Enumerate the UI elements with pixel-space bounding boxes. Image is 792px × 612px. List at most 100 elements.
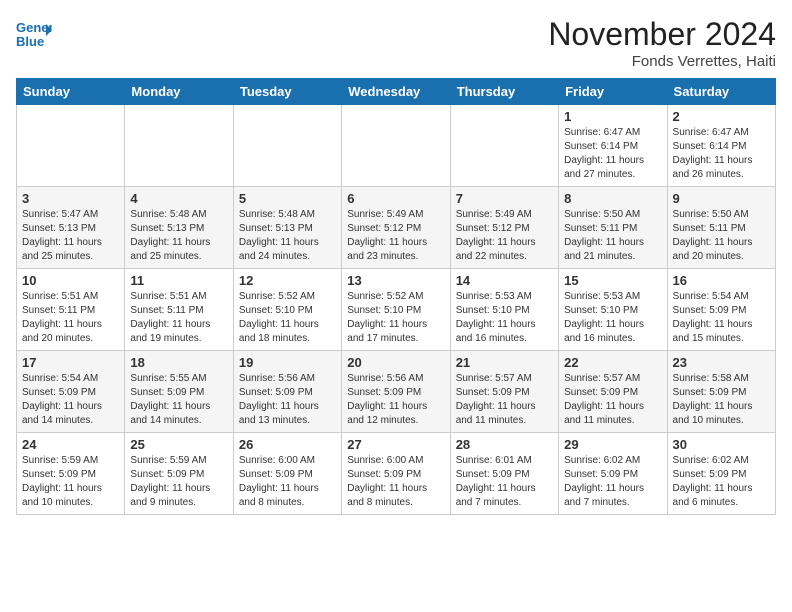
- day-number: 9: [673, 191, 770, 206]
- day-info: Sunrise: 5:47 AM Sunset: 5:13 PM Dayligh…: [22, 208, 119, 264]
- day-info: Sunrise: 5:53 AM Sunset: 5:10 PM Dayligh…: [564, 290, 661, 346]
- day-info: Sunrise: 5:57 AM Sunset: 5:09 PM Dayligh…: [564, 372, 661, 428]
- day-number: 10: [22, 273, 119, 288]
- logo-icon: General Blue: [16, 16, 52, 52]
- day-number: 8: [564, 191, 661, 206]
- calendar-cell-w2-d7: 9 Sunrise: 5:50 AM Sunset: 5:11 PM Daylig…: [667, 187, 775, 269]
- calendar-week-2: 3 Sunrise: 5:47 AM Sunset: 5:13 PM Daylig…: [17, 187, 776, 269]
- calendar-cell-w2-d5: 7 Sunrise: 5:49 AM Sunset: 5:12 PM Daylig…: [450, 187, 558, 269]
- day-number: 25: [130, 437, 227, 452]
- weekday-header-tuesday: Tuesday: [233, 79, 341, 105]
- calendar-cell-w1-d2: [125, 105, 233, 187]
- day-number: 23: [673, 355, 770, 370]
- calendar-cell-w4-d6: 22Sunrise: 5:57 AM Sunset: 5:09 PM Dayli…: [559, 351, 667, 433]
- day-number: 13: [347, 273, 444, 288]
- day-info: Sunrise: 5:56 AM Sunset: 5:09 PM Dayligh…: [347, 372, 444, 428]
- logo: General Blue: [16, 16, 52, 52]
- day-info: Sunrise: 6:02 AM Sunset: 5:09 PM Dayligh…: [673, 454, 770, 510]
- day-number: 28: [456, 437, 553, 452]
- calendar-cell-w3-d5: 14 Sunrise: 5:53 AM Sunset: 5:10 PM Dayli…: [450, 269, 558, 351]
- calendar-cell-w4-d3: 19Sunrise: 5:56 AM Sunset: 5:09 PM Dayli…: [233, 351, 341, 433]
- day-info: Sunrise: 5:48 AM Sunset: 5:13 PM Dayligh…: [239, 208, 336, 264]
- day-number: 5: [239, 191, 336, 206]
- calendar-cell-w2-d4: 6 Sunrise: 5:49 AM Sunset: 5:12 PM Daylig…: [342, 187, 450, 269]
- day-info: Sunrise: 5:51 AM Sunset: 5:11 PM Dayligh…: [22, 290, 119, 346]
- calendar-cell-w3-d4: 13 Sunrise: 5:52 AM Sunset: 5:10 PM Dayli…: [342, 269, 450, 351]
- calendar-cell-w4-d7: 23 Sunrise: 5:58 AM Sunset: 5:09 PM Dayli…: [667, 351, 775, 433]
- day-number: 21: [456, 355, 553, 370]
- day-info: Sunrise: 6:01 AM Sunset: 5:09 PM Dayligh…: [456, 454, 553, 510]
- day-number: 11: [130, 273, 227, 288]
- day-info: Sunrise: 5:53 AM Sunset: 5:10 PM Dayligh…: [456, 290, 553, 346]
- day-number: 29: [564, 437, 661, 452]
- day-number: 1: [564, 109, 661, 124]
- calendar-cell-w2-d3: 5 Sunrise: 5:48 AM Sunset: 5:13 PM Daylig…: [233, 187, 341, 269]
- calendar-week-4: 17 Sunrise: 5:54 AM Sunset: 5:09 PM Dayli…: [17, 351, 776, 433]
- calendar-cell-w1-d4: [342, 105, 450, 187]
- day-info: Sunrise: 5:57 AM Sunset: 5:09 PM Dayligh…: [456, 372, 553, 428]
- calendar-cell-w3-d7: 16 Sunrise: 5:54 AM Sunset: 5:09 PM Dayli…: [667, 269, 775, 351]
- calendar-cell-w5-d4: 27Sunrise: 6:00 AM Sunset: 5:09 PM Dayli…: [342, 433, 450, 515]
- calendar-cell-w5-d2: 25 Sunrise: 5:59 AM Sunset: 5:09 PM Dayli…: [125, 433, 233, 515]
- weekday-header-sunday: Sunday: [17, 79, 125, 105]
- day-number: 7: [456, 191, 553, 206]
- day-info: Sunrise: 5:55 AM Sunset: 5:09 PM Dayligh…: [130, 372, 227, 428]
- day-info: Sunrise: 5:58 AM Sunset: 5:09 PM Dayligh…: [673, 372, 770, 428]
- day-info: Sunrise: 5:59 AM Sunset: 5:09 PM Dayligh…: [22, 454, 119, 510]
- month-title: November 2024: [548, 16, 776, 53]
- calendar-cell-w5-d5: 28 Sunrise: 6:01 AM Sunset: 5:09 PM Dayli…: [450, 433, 558, 515]
- day-number: 4: [130, 191, 227, 206]
- day-number: 6: [347, 191, 444, 206]
- day-info: Sunrise: 6:47 AM Sunset: 6:14 PM Dayligh…: [564, 126, 661, 182]
- day-number: 12: [239, 273, 336, 288]
- weekday-header-saturday: Saturday: [667, 79, 775, 105]
- day-number: 18: [130, 355, 227, 370]
- calendar-cell-w1-d6: 1 Sunrise: 6:47 AM Sunset: 6:14 PM Daylig…: [559, 105, 667, 187]
- weekday-header-monday: Monday: [125, 79, 233, 105]
- calendar-cell-w5-d7: 30 Sunrise: 6:02 AM Sunset: 5:09 PM Dayli…: [667, 433, 775, 515]
- day-info: Sunrise: 5:52 AM Sunset: 5:10 PM Dayligh…: [347, 290, 444, 346]
- day-number: 20: [347, 355, 444, 370]
- weekday-header-thursday: Thursday: [450, 79, 558, 105]
- day-number: 3: [22, 191, 119, 206]
- weekday-header-friday: Friday: [559, 79, 667, 105]
- calendar-cell-w1-d5: [450, 105, 558, 187]
- day-info: Sunrise: 5:54 AM Sunset: 5:09 PM Dayligh…: [673, 290, 770, 346]
- calendar-cell-w4-d2: 18 Sunrise: 5:55 AM Sunset: 5:09 PM Dayli…: [125, 351, 233, 433]
- day-info: Sunrise: 6:02 AM Sunset: 5:09 PM Dayligh…: [564, 454, 661, 510]
- day-info: Sunrise: 5:52 AM Sunset: 5:10 PM Dayligh…: [239, 290, 336, 346]
- day-info: Sunrise: 5:54 AM Sunset: 5:09 PM Dayligh…: [22, 372, 119, 428]
- day-number: 30: [673, 437, 770, 452]
- day-info: Sunrise: 5:50 AM Sunset: 5:11 PM Dayligh…: [673, 208, 770, 264]
- day-number: 24: [22, 437, 119, 452]
- calendar-cell-w1-d7: 2Sunrise: 6:47 AM Sunset: 6:14 PM Daylig…: [667, 105, 775, 187]
- calendar-cell-w5-d3: 26 Sunrise: 6:00 AM Sunset: 5:09 PM Dayli…: [233, 433, 341, 515]
- day-info: Sunrise: 5:49 AM Sunset: 5:12 PM Dayligh…: [347, 208, 444, 264]
- day-info: Sunrise: 5:49 AM Sunset: 5:12 PM Dayligh…: [456, 208, 553, 264]
- calendar-cell-w4-d1: 17 Sunrise: 5:54 AM Sunset: 5:09 PM Dayli…: [17, 351, 125, 433]
- day-info: Sunrise: 5:48 AM Sunset: 5:13 PM Dayligh…: [130, 208, 227, 264]
- weekday-header-row: SundayMondayTuesdayWednesdayThursdayFrid…: [17, 79, 776, 105]
- calendar-cell-w3-d1: 10 Sunrise: 5:51 AM Sunset: 5:11 PM Dayli…: [17, 269, 125, 351]
- weekday-header-wednesday: Wednesday: [342, 79, 450, 105]
- svg-text:Blue: Blue: [16, 34, 44, 49]
- day-info: Sunrise: 6:00 AM Sunset: 5:09 PM Dayligh…: [347, 454, 444, 510]
- day-number: 26: [239, 437, 336, 452]
- calendar-cell-w4-d4: 20 Sunrise: 5:56 AM Sunset: 5:09 PM Dayli…: [342, 351, 450, 433]
- day-number: 15: [564, 273, 661, 288]
- calendar-cell-w4-d5: 21 Sunrise: 5:57 AM Sunset: 5:09 PM Dayli…: [450, 351, 558, 433]
- calendar-week-3: 10 Sunrise: 5:51 AM Sunset: 5:11 PM Dayli…: [17, 269, 776, 351]
- calendar-table: SundayMondayTuesdayWednesdayThursdayFrid…: [16, 78, 776, 515]
- calendar-week-5: 24 Sunrise: 5:59 AM Sunset: 5:09 PM Dayli…: [17, 433, 776, 515]
- calendar-cell-w1-d3: [233, 105, 341, 187]
- day-number: 14: [456, 273, 553, 288]
- day-info: Sunrise: 6:00 AM Sunset: 5:09 PM Dayligh…: [239, 454, 336, 510]
- day-info: Sunrise: 6:47 AM Sunset: 6:14 PM Dayligh…: [673, 126, 770, 182]
- location: Fonds Verrettes, Haiti: [548, 53, 776, 70]
- day-info: Sunrise: 5:59 AM Sunset: 5:09 PM Dayligh…: [130, 454, 227, 510]
- day-number: 16: [673, 273, 770, 288]
- day-number: 19: [239, 355, 336, 370]
- calendar-cell-w3-d3: 12 Sunrise: 5:52 AM Sunset: 5:10 PM Dayli…: [233, 269, 341, 351]
- calendar-cell-w3-d6: 15 Sunrise: 5:53 AM Sunset: 5:10 PM Dayli…: [559, 269, 667, 351]
- day-number: 17: [22, 355, 119, 370]
